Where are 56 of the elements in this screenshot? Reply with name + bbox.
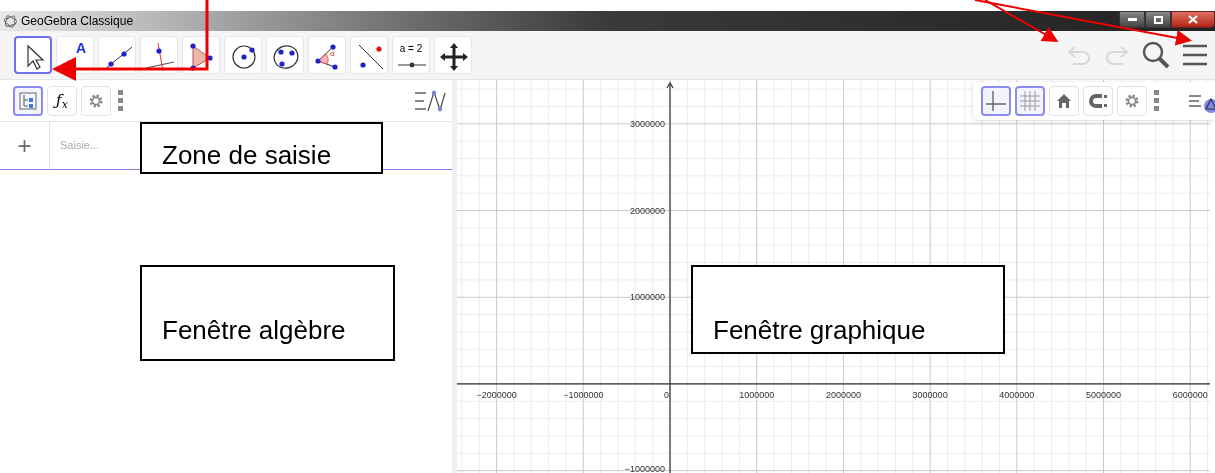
window-title: GeoGebra Classique — [21, 13, 134, 30]
magnet-button[interactable] — [1083, 86, 1113, 116]
x-tick-label: 0 — [664, 389, 669, 400]
angle-tool[interactable]: α — [308, 36, 346, 74]
search-icon — [1141, 40, 1171, 70]
tree-icon — [19, 91, 37, 110]
minimize-button[interactable] — [1119, 11, 1145, 28]
more-icon — [118, 89, 124, 112]
axes-icon — [986, 91, 1006, 111]
x-tick-label: 5000000 — [1086, 389, 1122, 400]
gear-button[interactable] — [1117, 86, 1147, 116]
settings-icon — [1124, 93, 1140, 109]
menu-button[interactable] — [1181, 43, 1209, 67]
search-button[interactable] — [1141, 40, 1171, 70]
y-tick-label: 1000000 — [630, 292, 665, 303]
gear-button[interactable] — [81, 85, 111, 116]
move-view-tool[interactable] — [434, 36, 472, 74]
grid-icon — [1020, 91, 1040, 111]
callout-box: Fenêtre algèbre — [140, 265, 395, 361]
magnet-icon — [1088, 92, 1108, 110]
home-icon — [1056, 93, 1072, 109]
grid-button[interactable] — [1015, 86, 1045, 116]
menu-icon — [1181, 43, 1209, 67]
y-tick-label: 2000000 — [630, 205, 665, 216]
x-tick-label: 2000000 — [825, 389, 861, 400]
fx-button[interactable]: ƒ$_{x}$ — [47, 85, 77, 116]
y-tick-label: −1000000 — [624, 464, 665, 473]
angle-label: α — [330, 50, 335, 58]
axes-button[interactable] — [981, 86, 1011, 116]
move-tool[interactable] — [14, 36, 52, 74]
callout-box: Fenêtre graphique — [691, 265, 1005, 354]
more-icon — [1154, 90, 1160, 112]
restore-button[interactable] — [1145, 11, 1171, 28]
x-tick-label: 3000000 — [912, 389, 948, 400]
x-tick-label: 6000000 — [1172, 389, 1208, 400]
app-logo-icon — [4, 14, 17, 28]
reflect-tool[interactable] — [350, 36, 388, 74]
home-button[interactable] — [1049, 86, 1079, 116]
close-icon — [1188, 15, 1198, 24]
close-button[interactable] — [1171, 11, 1215, 28]
tree-button[interactable] — [13, 85, 43, 116]
settings-icon — [88, 92, 104, 109]
x-tick-label: −2000000 — [476, 389, 517, 400]
point-label: A — [76, 41, 87, 55]
circle-center-tool[interactable] — [224, 36, 262, 74]
x-tick-label: 1000000 — [739, 389, 775, 400]
sort-icon — [414, 88, 446, 113]
slider-tool-icon — [398, 62, 426, 68]
callout-box: Zone de saisie — [140, 122, 383, 174]
slider-tool[interactable]: a = 2 — [392, 36, 430, 74]
sort-button[interactable] — [414, 88, 446, 113]
slider-label: a = 2 — [398, 44, 424, 54]
x-tick-label: −1000000 — [563, 389, 604, 400]
circle-points-tool[interactable] — [266, 36, 304, 74]
y-tick-label: 3000000 — [630, 118, 665, 129]
x-tick-label: 4000000 — [999, 389, 1035, 400]
